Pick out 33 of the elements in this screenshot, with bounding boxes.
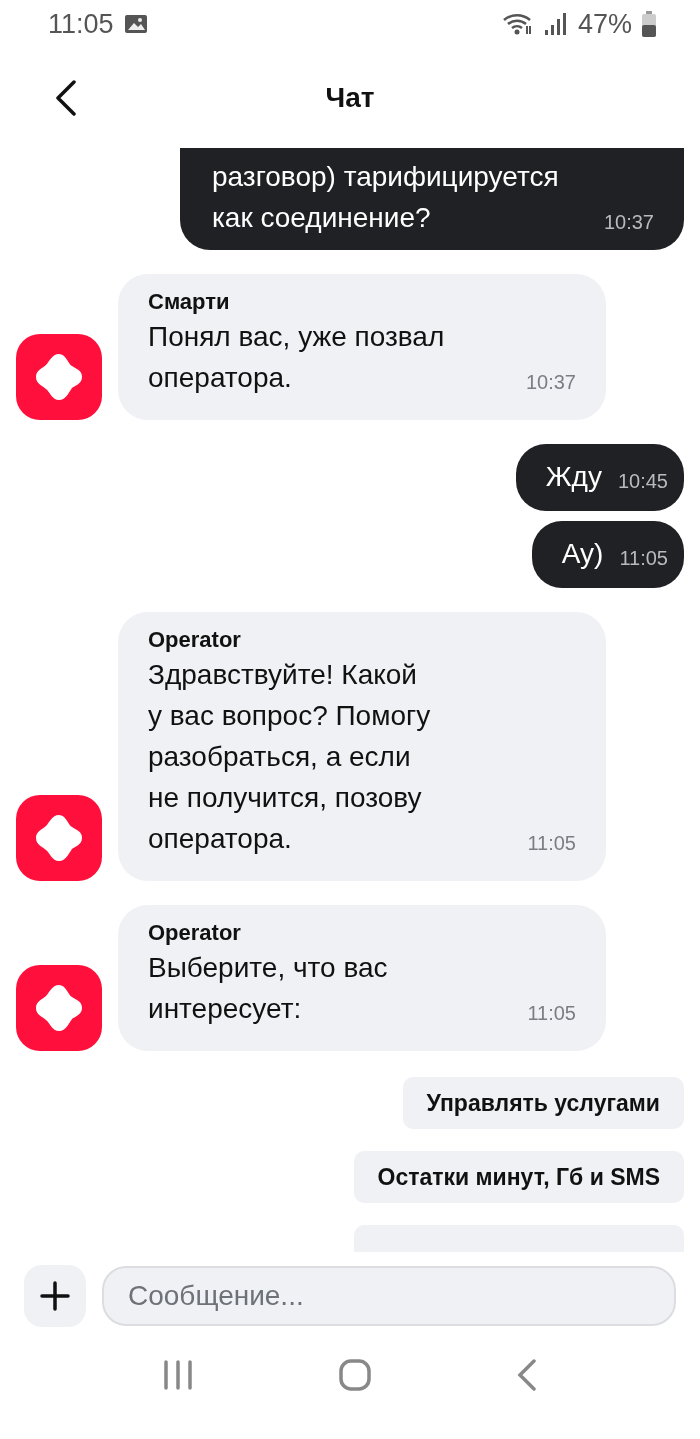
back-icon[interactable] <box>54 80 78 116</box>
message-time: 11:05 <box>619 547 668 570</box>
status-time: 11:05 <box>48 8 114 40</box>
avatar-icon <box>16 334 102 420</box>
message-time: 11:05 <box>527 1002 576 1025</box>
signal-icon <box>543 12 568 36</box>
message-text: Выберите, что вас интересует: <box>148 951 388 1026</box>
sender-name: Смарти <box>148 288 231 316</box>
avatar-icon <box>16 965 102 1051</box>
wifi-icon <box>501 12 534 36</box>
message-text: Здравствуйте! Какой у вас вопрос? Помогу разобраться, а если не получится, позову оператора. <box>148 658 431 856</box>
message-time: 11:05 <box>527 832 576 855</box>
avatar-icon <box>16 795 102 881</box>
plus-icon <box>39 1280 71 1312</box>
quick-reply-button[interactable]: Управлять услугами <box>402 1077 684 1129</box>
chat-title: Чат <box>325 82 375 114</box>
recent-apps-icon[interactable] <box>163 1359 193 1390</box>
message-input[interactable]: Сообщение... <box>102 1266 676 1326</box>
message-text: Жду <box>545 460 602 494</box>
message-time: 10:37 <box>525 371 576 394</box>
battery-icon <box>642 11 656 37</box>
message-text: разговор) тарифицируется как соединение? <box>212 160 559 235</box>
message-text: Понял вас, уже позвал оператора. <box>148 320 445 395</box>
image-icon <box>123 14 148 34</box>
home-icon[interactable] <box>339 1358 371 1391</box>
sender-name: Operator <box>148 626 242 654</box>
message-time: 10:37 <box>603 211 654 234</box>
quick-reply-button[interactable]: Остатки минут, Гб и SMS <box>353 1151 684 1203</box>
message-text: Ау) <box>561 537 604 571</box>
add-button[interactable] <box>24 1265 86 1327</box>
sender-name: Operator <box>148 919 242 947</box>
message-time: 10:45 <box>617 470 668 493</box>
battery-percent: 47% <box>577 8 632 40</box>
